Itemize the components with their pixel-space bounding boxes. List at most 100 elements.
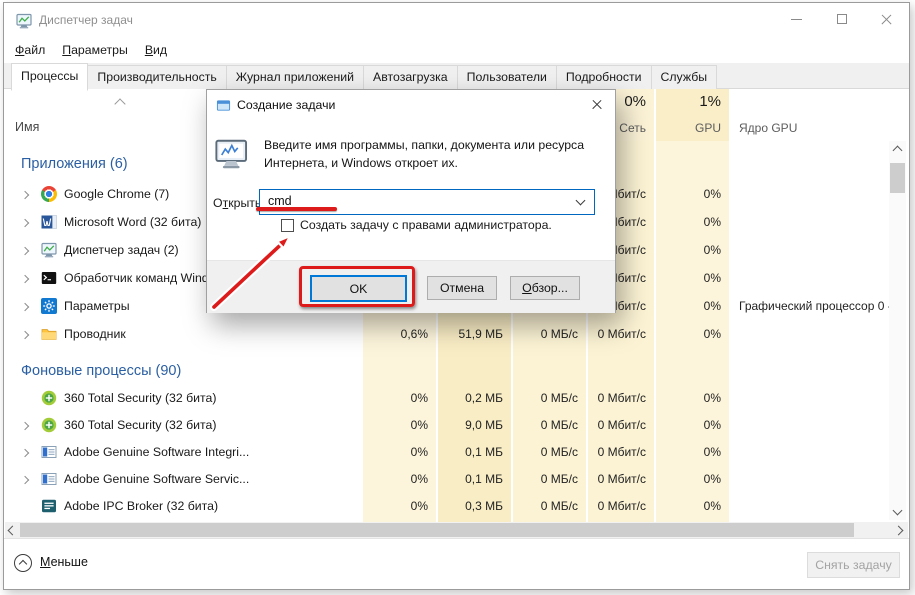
column-header-gpu-engine[interactable]: Ядро GPU	[731, 89, 889, 141]
horizontal-scrollbar[interactable]	[5, 522, 908, 538]
adobe-icon	[41, 444, 57, 460]
word-icon	[41, 214, 57, 230]
process-name: Проводник	[64, 321, 126, 348]
vertical-scrollbar[interactable]	[889, 141, 906, 520]
dialog-message: Введите имя программы, папки, документа …	[264, 136, 599, 172]
cell-cpu: 0%	[363, 493, 436, 520]
close-button[interactable]	[864, 3, 909, 35]
process-name: Google Chrome (7)	[64, 181, 169, 208]
column-header-name[interactable]: Имя	[15, 120, 39, 134]
chrome-icon	[41, 186, 57, 202]
cell-gpu: 0%	[656, 209, 729, 236]
dialog-titlebar: Создание задачи	[207, 90, 615, 120]
status-bar: Меньше Снять задачу	[4, 538, 909, 589]
ts360-icon	[41, 390, 57, 406]
cancel-button[interactable]: Отмена	[427, 276, 497, 300]
net-total-percent: 0%	[624, 93, 646, 110]
column-header-gpu[interactable]: 1% GPU	[656, 89, 729, 141]
scroll-left-icon[interactable]	[8, 526, 18, 536]
cell-net: 0 Мбит/с	[588, 321, 654, 348]
process-row[interactable]: Adobe IPC Broker (32 бита)0%0,3 МБ0 МБ/с…	[4, 493, 889, 520]
cell-cpu: 0%	[363, 412, 436, 439]
adobe-icon	[41, 471, 57, 487]
cell-memory: 51,9 МБ	[438, 321, 511, 348]
task-manager-icon	[16, 13, 32, 29]
cell-net: 0 Мбит/с	[588, 439, 654, 466]
cell-disk: 0 МБ/с	[513, 385, 586, 412]
cell-gpu: 0%	[656, 321, 729, 348]
tab-users[interactable]: Пользователи	[458, 65, 557, 90]
dialog-close-button[interactable]	[585, 94, 609, 116]
browse-button[interactable]: Обзор...	[510, 276, 580, 300]
sort-ascending-icon	[114, 98, 125, 109]
chevron-down-icon[interactable]	[568, 190, 594, 214]
chevron-right-icon[interactable]	[21, 422, 29, 430]
cell-net: 0 Мбит/с	[588, 385, 654, 412]
tab-processes[interactable]: Процессы	[11, 63, 88, 91]
menu-item-view[interactable]: Вид	[145, 39, 167, 62]
process-row[interactable]: 360 Total Security (32 бита)0%9,0 МБ0 МБ…	[4, 412, 889, 439]
scroll-right-icon[interactable]	[894, 526, 904, 536]
menu-item-file[interactable]: Файл	[15, 39, 45, 62]
process-row[interactable]: Проводник0,6%51,9 МБ0 МБ/с0 Мбит/с0%	[4, 321, 889, 348]
cell-gpu: 0%	[656, 493, 729, 520]
process-name: Adobe IPC Broker (32 бита)	[64, 493, 218, 520]
scroll-down-icon[interactable]	[893, 506, 903, 516]
cell-memory: 0,2 МБ	[438, 385, 511, 412]
process-row[interactable]: 360 Total Security (32 бита) 0% 0,2 МБ0 МБ…	[4, 385, 889, 412]
process-name: 360 Total Security (32 бита)	[64, 385, 216, 412]
cell-gpu: 0%	[656, 293, 729, 320]
chevron-right-icon[interactable]	[21, 247, 29, 255]
cell-disk: 0 МБ/с	[513, 493, 586, 520]
window-app-icon	[216, 98, 231, 113]
chevron-up-circle-icon	[14, 554, 32, 572]
chevron-right-icon[interactable]	[21, 191, 29, 199]
taskmgr-icon	[41, 242, 57, 258]
process-row[interactable]: Adobe Genuine Software Integri...0%0,1 М…	[4, 439, 889, 466]
window-titlebar: Диспетчер задач	[4, 3, 909, 39]
chevron-right-icon[interactable]	[21, 303, 29, 311]
process-row[interactable]: Adobe Genuine Software Servic...0%0,1 МБ…	[4, 466, 889, 493]
cell-gpu: 0%	[656, 385, 729, 412]
process-name: Диспетчер задач (2)	[64, 237, 179, 264]
cell-cpu: 0%	[363, 439, 436, 466]
tab-details[interactable]: Подробности	[557, 65, 652, 90]
cell-memory: 9,0 МБ	[438, 412, 511, 439]
annotation-ok-highlight-box	[299, 266, 415, 307]
gpu-total-percent: 1%	[699, 93, 721, 110]
window-controls	[774, 3, 909, 35]
open-combobox[interactable]: cmd	[259, 189, 595, 215]
settings-icon	[41, 298, 57, 314]
tab-startup[interactable]: Автозагрузка	[364, 65, 458, 90]
tab-performance[interactable]: Производительность	[88, 65, 226, 90]
chevron-right-icon[interactable]	[21, 476, 29, 484]
explorer-icon	[41, 326, 57, 342]
horizontal-scroll-thumb[interactable]	[20, 523, 854, 537]
cell-disk: 0 МБ/с	[513, 412, 586, 439]
process-name: Обработчик команд Wind	[64, 265, 209, 292]
cell-memory: 0,1 МБ	[438, 466, 511, 493]
annotation-underline-cmd	[256, 207, 337, 211]
cell-gpu: 0%	[656, 237, 729, 264]
vertical-scroll-thumb[interactable]	[890, 163, 905, 193]
cell-gpu_engine: Графический процессор 0 -	[731, 293, 889, 320]
tab-services[interactable]: Службы	[652, 65, 718, 90]
cell-gpu: 0%	[656, 466, 729, 493]
chevron-right-icon[interactable]	[21, 219, 29, 227]
chevron-right-icon[interactable]	[21, 331, 29, 339]
menu-item-options[interactable]: Параметры	[62, 39, 128, 62]
fewer-details-label: Меньше	[40, 555, 88, 569]
end-task-button[interactable]: Снять задачу	[807, 552, 900, 578]
chevron-right-icon[interactable]	[21, 449, 29, 457]
scroll-up-icon[interactable]	[893, 146, 903, 156]
cell-gpu: 0%	[656, 181, 729, 208]
tab-app-history[interactable]: Журнал приложений	[227, 65, 364, 90]
cell-net: 0 Мбит/с	[588, 412, 654, 439]
annotation-arrow	[199, 227, 309, 322]
chevron-right-icon[interactable]	[21, 275, 29, 283]
gpu-engine-column-label: Ядро GPU	[739, 121, 797, 135]
minimize-button[interactable]	[774, 3, 819, 35]
cell-net: 0 Мбит/с	[588, 493, 654, 520]
cell-disk: 0 МБ/с	[513, 439, 586, 466]
maximize-button[interactable]	[819, 3, 864, 35]
